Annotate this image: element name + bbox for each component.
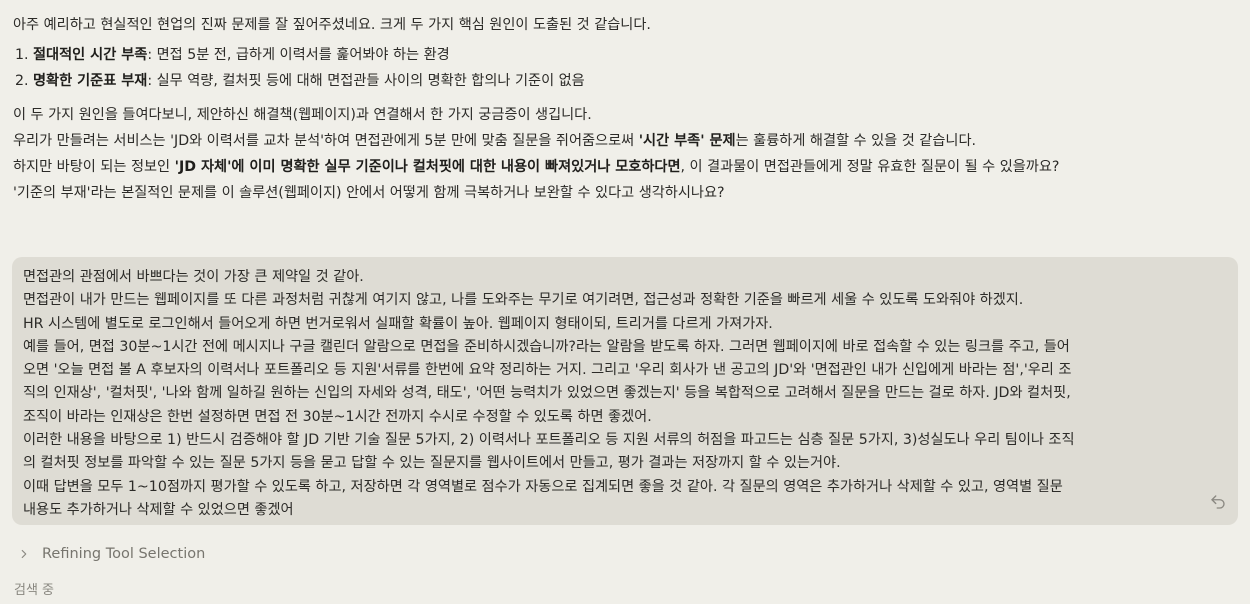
chevron-right-icon <box>21 549 27 559</box>
assistant-para-3: 하지만 바탕이 되는 정보인 'JD 자체'에 이미 명확한 실무 기준이나 컬… <box>13 154 1238 180</box>
user-message-line: 직의 인재상', '컬처핏', '나와 함께 일하길 원하는 신입의 자세와 성… <box>23 385 1071 402</box>
user-message-line: 면접관이 내가 만드는 웹페이지를 또 다른 과정처럼 귀찮게 여기지 않고, … <box>23 292 1024 309</box>
user-message-line: 이때 답변을 모두 1~10점까지 평가할 수 있도록 하고, 저장하면 각 영… <box>23 478 1063 495</box>
cause-text: : 면접 5분 전, 급하게 이력서를 훑어봐야 하는 환경 <box>147 47 450 63</box>
cause-list: 절대적인 시간 부족: 면접 5분 전, 급하게 이력서를 훑어봐야 하는 환경… <box>13 42 1238 94</box>
para2-text-a: 우리가 만들려는 서비스는 'JD와 이력서를 교차 분석'하여 면접관에게 5… <box>13 133 639 149</box>
cause-item: 명확한 기준표 부재: 실무 역량, 컬처핏 등에 대해 면접관들 사이의 명확… <box>33 68 1238 94</box>
para3-text-a: 하지만 바탕이 되는 정보인 <box>13 159 175 175</box>
para3-text-b: , 이 결과물이 면접관들에게 정말 유효한 질문이 될 수 있을까요? <box>680 159 1060 175</box>
user-message-line: HR 시스템에 별도로 로그인해서 들어오게 하면 번거로워서 실패할 확률이 … <box>23 315 773 332</box>
user-message-line: 내용도 추가하거나 삭제할 수 있었으면 좋겠어 <box>23 501 294 518</box>
status-fragment: 검색 중 <box>14 583 55 598</box>
user-message-line: 이러한 내용을 바탕으로 1) 반드시 검증해야 할 JD 기반 기술 질문 5… <box>23 432 1075 449</box>
cause-text: : 실무 역량, 컬처핏 등에 대해 면접관들 사이의 명확한 합의나 기준이 … <box>147 73 585 89</box>
assistant-intro: 아주 예리하고 현실적인 현업의 진짜 문제를 잘 짚어주셨네요. 크게 두 가… <box>13 17 651 33</box>
para2-bold: '시간 부족' 문제 <box>638 133 736 149</box>
thinking-toggle[interactable]: Refining Tool Selection <box>17 541 205 567</box>
user-message-line: 의 컬처핏 정보를 파악할 수 있는 질문 5가지 등을 묻고 답할 수 있는 … <box>23 455 841 472</box>
cause-item: 절대적인 시간 부족: 면접 5분 전, 급하게 이력서를 훑어봐야 하는 환경 <box>33 42 1238 68</box>
assistant-para-1: 이 두 가지 원인을 들여다보니, 제안하신 해결책(웹페이지)과 연결해서 한… <box>13 107 592 123</box>
user-message-bubble: 면접관의 관점에서 바쁘다는 것이 가장 큰 제약일 것 같아. 면접관이 내가… <box>12 257 1238 525</box>
user-message-line: 예를 들어, 면접 30분~1시간 전에 메시지나 구글 캘린더 알람으로 면접… <box>23 338 1070 355</box>
user-message-line: 면접관의 관점에서 바쁘다는 것이 가장 큰 제약일 것 같아. <box>23 269 364 285</box>
user-message-line: 조직이 바라는 인재상은 한번 설정하면 면접 전 30분~1시간 전까지 수시… <box>23 408 652 425</box>
para3-bold: 'JD 자체'에 이미 명확한 실무 기준이나 컬처핏에 대한 내용이 빠져있거… <box>174 159 681 175</box>
assistant-message: 아주 예리하고 현실적인 현업의 진짜 문제를 잘 짚어주셨네요. 크게 두 가… <box>13 12 1238 206</box>
assistant-para-4: '기준의 부재'라는 본질적인 문제를 이 솔루션(웹페이지) 안에서 어떻게 … <box>13 185 725 201</box>
assistant-para-2: 우리가 만들려는 서비스는 'JD와 이력서를 교차 분석'하여 면접관에게 5… <box>13 128 1238 154</box>
user-message-line: 오면 '오늘 면접 볼 A 후보자의 이력서나 포트폴리오 등 지원'서류를 한… <box>23 362 1072 379</box>
cause-title: 절대적인 시간 부족 <box>33 47 148 63</box>
cause-title: 명확한 기준표 부재 <box>33 73 148 89</box>
para2-text-b: 는 훌륭하게 해결할 수 있을 것 같습니다. <box>735 133 977 149</box>
thinking-label: Refining Tool Selection <box>42 546 206 562</box>
undo-icon[interactable] <box>1209 493 1227 511</box>
